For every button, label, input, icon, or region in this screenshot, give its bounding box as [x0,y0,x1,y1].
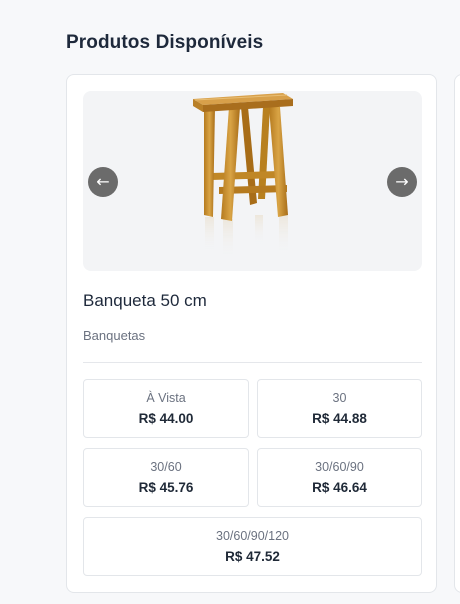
price-plan-label: 30/60/90/120 [216,529,289,543]
price-plan-label: À Vista [146,391,186,405]
product-card: ← → Banqueta 50 cm Banquetas À Vista R$ … [66,74,437,593]
next-product-card-edge [454,74,460,593]
price-amount: R$ 45.76 [138,480,194,495]
price-option-30-60-90-120[interactable]: 30/60/90/120 R$ 47.52 [83,517,422,576]
price-option-a-vista[interactable]: À Vista R$ 44.00 [83,379,249,438]
price-option-30[interactable]: 30 R$ 44.88 [257,379,422,438]
product-name: Banqueta 50 cm [83,291,207,310]
price-plan-label: 30 [332,391,347,405]
price-amount: R$ 44.88 [312,411,367,426]
product-category: Banquetas [83,328,146,343]
arrow-left-icon: ← [96,172,110,191]
carousel-next-button[interactable]: → [387,167,417,197]
price-plan-label: 30/60/90 [315,460,364,474]
section-title: Produtos Disponíveis [66,32,264,53]
price-amount: R$ 46.64 [312,480,367,495]
product-image-carousel: ← → [83,91,422,271]
price-option-30-60-90[interactable]: 30/60/90 R$ 46.64 [257,448,422,507]
divider [83,362,422,363]
price-amount: R$ 47.52 [225,549,280,564]
product-image [193,93,293,259]
price-plan-label: 30/60 [150,460,182,474]
carousel-prev-button[interactable]: ← [88,167,118,197]
arrow-right-icon: → [395,172,409,191]
price-amount: R$ 44.00 [138,411,194,426]
price-option-30-60[interactable]: 30/60 R$ 45.76 [83,448,249,507]
page: Produtos Disponíveis ← → Banqueta 50 cm … [0,0,460,604]
